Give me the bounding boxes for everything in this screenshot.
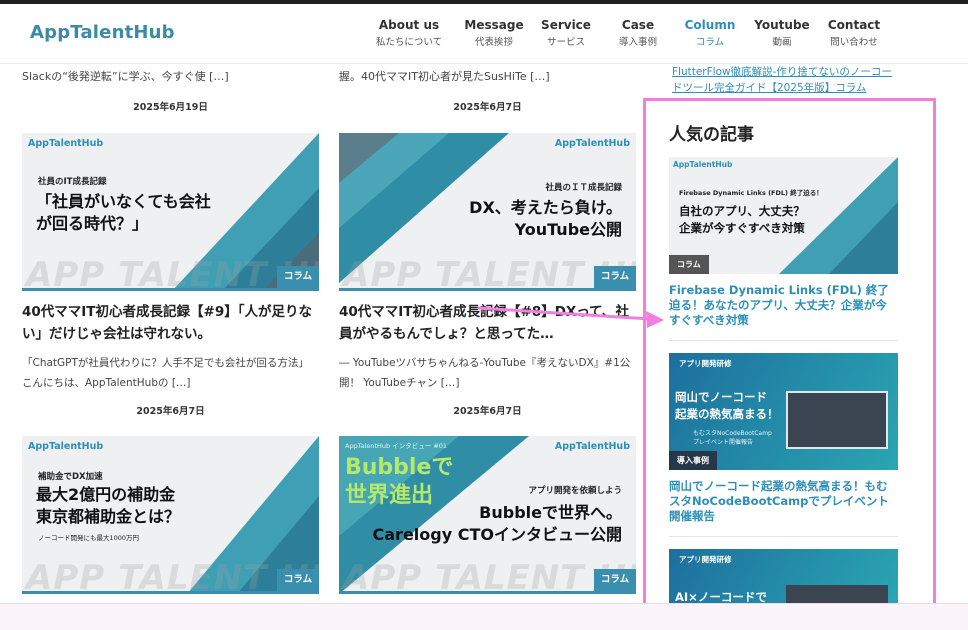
- main-nav: About us 私たちについて Message 代表挨拶 Service サー…: [356, 18, 886, 48]
- post-excerpt: ― YouTubeツバサちゃんねる-YouTube『考えないDX』#1公開！ Y…: [339, 357, 631, 389]
- thumbnail-kicker: 社員のＩＴ成長記録: [545, 183, 622, 193]
- bottom-band: [0, 603, 968, 630]
- popular-thumbnail[interactable]: アプリ開発研修 岡山でノーコード 起業の熱気高まる！ もむスタNoCodeBoo…: [669, 353, 898, 470]
- nav-label-en: Case: [621, 18, 655, 32]
- thumbnail-watermark: APP TALENT HUB: [343, 558, 636, 594]
- thumbnail-underline: [339, 288, 636, 291]
- category-tag[interactable]: コラム: [594, 569, 636, 591]
- nav-label-jp: 問い合わせ: [830, 37, 878, 48]
- thumbnail-sub: もむスタNoCodeBootCamp プレイベント開催報告: [693, 430, 772, 446]
- post-title[interactable]: 40代ママIT初心者成長記録【#9】「人が足りない」だけじゃ会社は守れない。: [22, 301, 319, 345]
- popular-thumbnail[interactable]: アプリ開発研修 AI×ノーコードで: [669, 549, 898, 603]
- thumbnail-sub: ノーコード開発にも最大1000万円: [38, 534, 140, 542]
- post-date: 2025年6月7日: [136, 406, 205, 417]
- nav-youtube[interactable]: Youtube 動画: [750, 18, 814, 48]
- nav-label-en: Column: [684, 18, 736, 32]
- nav-label-jp: 動画: [772, 37, 792, 48]
- nav-service[interactable]: Service サービス: [534, 18, 598, 48]
- popular-heading: 人気の記事: [669, 125, 754, 145]
- post-excerpt-cutoff: Slackの“後発逆転”に学ぶ、今すぐ使 […]: [22, 70, 229, 83]
- thumbnail-headline: 「社員がいなくても会社 が回る時代？」: [36, 192, 211, 233]
- nav-label-en: Message: [464, 18, 524, 32]
- nav-label-en: Service: [541, 18, 591, 32]
- thumbnail-brand: AppTalentHub: [554, 441, 630, 452]
- post-thumbnail[interactable]: AppTalentHub 社員のIT成長記録 「社員がいなくても会社 が回る時代…: [22, 133, 319, 291]
- nav-label-en: About us: [378, 18, 440, 32]
- post-thumbnail[interactable]: AppTalentHub 補助金でDX加速 最大2億円の補助金 東京都補助金とは…: [22, 436, 319, 594]
- category-tag[interactable]: 導入事例: [669, 451, 717, 470]
- thumbnail-kicker: アプリ開発研修: [679, 555, 732, 564]
- popular-separator: [669, 340, 898, 341]
- post-excerpt-cutoff: 握。40代ママIT初心者が見たSusHiTe […]: [339, 70, 550, 83]
- nav-label-en: Contact: [827, 18, 881, 32]
- site-logo[interactable]: AppTalentHub: [30, 22, 175, 43]
- nav-label-jp: 代表挨拶: [474, 37, 513, 48]
- nav-label-jp: コラム: [695, 37, 725, 48]
- nav-about[interactable]: About us 私たちについて: [364, 18, 454, 48]
- post-thumbnail[interactable]: AppTalentHub 社員のＩＴ成長記録 DX、考えたら負け。 YouTub…: [339, 133, 636, 291]
- nav-column[interactable]: Column コラム: [678, 18, 742, 48]
- post-date: 2025年6月7日: [453, 406, 522, 417]
- thumbnail-brand: AppTalentHub: [28, 138, 104, 149]
- thumbnail-underline: [22, 591, 319, 594]
- thumbnail-headline: 自社のアプリ、大丈夫？ 企業が今すぐすべき対策: [679, 204, 805, 235]
- thumbnail-kicker: アプリ開発研修: [679, 359, 732, 368]
- thumbnail-headline: AI×ノーコードで: [675, 590, 767, 603]
- popular-title[interactable]: Firebase Dynamic Links (FDL) 終了迫る！あなたのアプ…: [669, 283, 898, 328]
- category-tag[interactable]: コラム: [594, 266, 636, 288]
- thumbnail-brand: AppTalentHub: [554, 138, 630, 149]
- event-photo: [786, 585, 888, 603]
- post-date: 2025年6月7日: [453, 102, 522, 113]
- thumbnail-headline: 岡山でノーコード 起業の熱気高まる！: [675, 390, 779, 421]
- thumbnail-watermark: APP TALENT HUB: [26, 255, 319, 291]
- thumbnail-headline: 最大2億円の補助金 東京都補助金とは？: [36, 485, 181, 526]
- popular-separator: [669, 536, 898, 537]
- nav-message[interactable]: Message 代表挨拶: [462, 18, 526, 48]
- thumbnail-brand: AppTalentHub: [673, 160, 733, 169]
- thumbnail-underline: [339, 591, 636, 594]
- thumbnail-headline: Bubbleで世界へ。 Carelogy CTOインタビュー公開: [372, 503, 622, 544]
- thumbnail-watermark: APP TALENT HUB: [343, 255, 636, 291]
- thumbnail-underline: [22, 288, 319, 291]
- post-excerpt: 「ChatGPTが社員代わりに？人手不足でも会社が回る方法」 こんにちは、App…: [22, 357, 309, 389]
- thumbnail-brand: AppTalentHub: [28, 441, 104, 452]
- site-header: AppTalentHub About us 私たちについて Message 代表…: [0, 4, 968, 64]
- nav-label-en: Youtube: [754, 18, 810, 32]
- thumbnail-kicker: 社員のIT成長記録: [38, 177, 107, 187]
- nav-label-jp: 導入事例: [618, 37, 657, 48]
- nav-case[interactable]: Case 導入事例: [606, 18, 670, 48]
- nav-label-jp: サービス: [546, 37, 585, 48]
- event-photo: [786, 391, 888, 449]
- post-date: 2025年6月19日: [133, 102, 208, 113]
- popular-thumbnail[interactable]: AppTalentHub Firebase Dynamic Links (FDL…: [669, 157, 898, 274]
- category-tag[interactable]: コラム: [277, 266, 319, 288]
- thumbnail-kicker: Firebase Dynamic Links (FDL) 終了迫る！: [679, 189, 823, 197]
- annotation-arrow-icon: [478, 306, 664, 328]
- thumbnail-interview-label: AppTalentHub インタビュー #01: [345, 442, 448, 450]
- category-tag[interactable]: コラム: [277, 569, 319, 591]
- popular-title[interactable]: 岡山でノーコード起業の熱気高まる！もむスタNoCodeBootCampでプレイベ…: [669, 479, 898, 524]
- nav-label-jp: 私たちについて: [375, 37, 443, 48]
- thumbnail-watermark: APP TALENT HUB: [26, 558, 319, 594]
- thumbnail-kicker: アプリ開発を依頼しよう: [528, 486, 622, 496]
- nav-contact[interactable]: Contact 問い合わせ: [822, 18, 886, 48]
- thumbnail-kicker: 補助金でDX加速: [38, 472, 103, 482]
- category-tag[interactable]: コラム: [669, 255, 709, 274]
- post-thumbnail[interactable]: AppTalentHub インタビュー #01 Bubbleで 世界進出 アプリ…: [339, 436, 636, 594]
- sidebar-article-link[interactable]: FlutterFlow徹底解説-作り捨てないのノーコードツール完全ガイド【202…: [672, 64, 900, 96]
- thumbnail-headline: DX、考えたら負け。 YouTube公開: [469, 198, 622, 239]
